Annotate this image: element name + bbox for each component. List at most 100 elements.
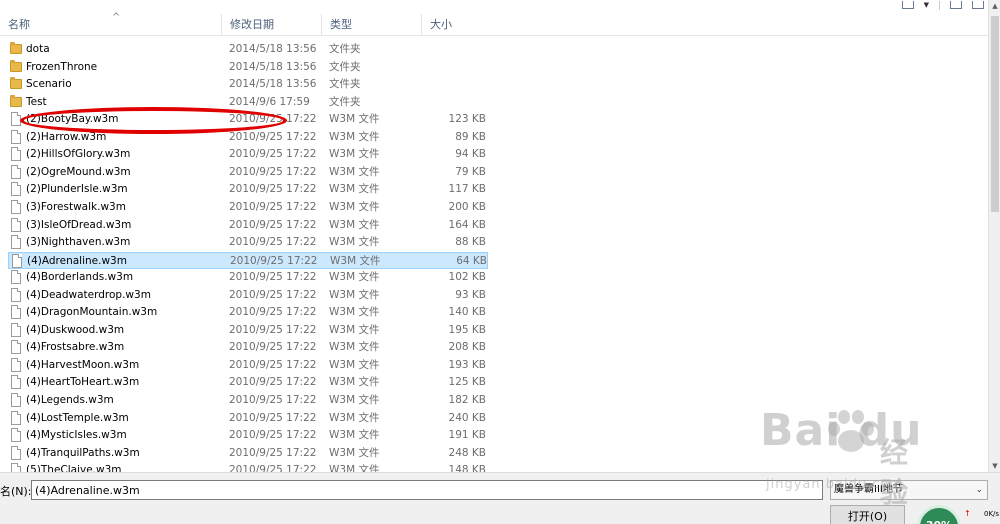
file-type: W3M 文件 bbox=[330, 254, 381, 267]
file-icon bbox=[11, 445, 21, 460]
file-row[interactable]: (3)IsleOfDread.w3m 2010/9/25 17:22 W3M 文件 1… bbox=[8, 217, 488, 234]
file-type: W3M 文件 bbox=[329, 148, 380, 161]
toolbar: ▼ bbox=[0, 0, 1000, 14]
file-name: (4)LostTemple.w3m bbox=[26, 411, 129, 424]
file-size: 182 KB bbox=[448, 394, 486, 406]
file-size: 102 KB bbox=[448, 271, 486, 284]
file-size: 248 KB bbox=[448, 446, 486, 459]
file-date: 2010/9/25 17:22 bbox=[229, 446, 317, 459]
filetype-select[interactable]: 魔兽争霸III地节 ⌄ bbox=[830, 480, 988, 500]
file-row[interactable]: (2)OgreMound.w3m 2010/9/25 17:22 W3M 文件 79 … bbox=[8, 164, 488, 181]
file-row[interactable]: (3)Nighthaven.w3m 2010/9/25 17:22 W3M 文件 88… bbox=[8, 234, 488, 251]
file-size: 191 KB bbox=[448, 429, 486, 442]
filetype-selected: 魔兽争霸III地节 bbox=[834, 484, 903, 495]
speed-readout: 0K/s bbox=[984, 510, 1000, 518]
file-type: W3M 文件 bbox=[329, 165, 380, 178]
file-type: W3M 文件 bbox=[329, 130, 380, 143]
scrollbar-thumb[interactable] bbox=[991, 16, 999, 212]
file-list: dota 2014/5/18 13:56 文件夹 FrozenThrone 2014/5… bbox=[0, 40, 988, 472]
file-row[interactable]: (2)Harrow.w3m 2010/9/25 17:22 W3M 文件 89 KB bbox=[8, 129, 488, 146]
file-type: W3M 文件 bbox=[329, 236, 380, 249]
file-type: 文件夹 bbox=[329, 43, 361, 55]
file-row[interactable]: (4)Legends.w3m 2010/9/25 17:22 W3M 文件 182 K… bbox=[8, 392, 488, 409]
filename-label: 名(N): bbox=[0, 485, 32, 498]
file-name: (4)Deadwaterdrop.w3m bbox=[26, 288, 151, 301]
vertical-scrollbar[interactable]: ▲ ▼ bbox=[988, 0, 1000, 472]
file-row[interactable]: (4)Borderlands.w3m 2010/9/25 17:22 W3M 文件 1… bbox=[8, 269, 488, 286]
file-size: 89 KB bbox=[455, 130, 486, 143]
file-name: (3)Nighthaven.w3m bbox=[26, 236, 131, 249]
file-date: 2010/9/25 17:22 bbox=[229, 130, 317, 143]
file-name: dota bbox=[26, 43, 50, 55]
file-row[interactable]: (4)HeartToHeart.w3m 2010/9/25 17:22 W3M 文件… bbox=[8, 374, 488, 391]
file-name: Test bbox=[26, 95, 47, 108]
view-options-icon[interactable] bbox=[901, 1, 914, 9]
header-name[interactable]: 名称 bbox=[0, 14, 222, 36]
file-size bbox=[408, 41, 486, 58]
file-type: W3M 文件 bbox=[329, 183, 380, 196]
folder-row[interactable]: FrozenThrone 2014/5/18 13:56 文件夹 bbox=[8, 59, 488, 76]
open-button[interactable]: 打开(O) bbox=[830, 505, 905, 524]
file-row[interactable]: (4)LostTemple.w3m 2010/9/25 17:22 W3M 文件 24… bbox=[8, 410, 488, 427]
scroll-up-icon[interactable]: ▲ bbox=[989, 0, 1000, 12]
file-row[interactable]: (4)Adrenaline.w3m 2010/9/25 17:22 W3M 文件 64… bbox=[8, 251, 488, 269]
file-row[interactable]: (4)MysticIsles.w3m 2010/9/25 17:22 W3M 文件 1… bbox=[8, 427, 488, 444]
file-row[interactable]: (4)DragonMountain.w3m 2010/9/25 17:22 W3M … bbox=[8, 304, 488, 321]
header-size[interactable]: 大小 bbox=[422, 14, 492, 36]
view-controls: ▼ bbox=[901, 0, 984, 10]
network-speed-badge[interactable]: 30% bbox=[917, 505, 961, 524]
upload-arrow-icon: ↑ bbox=[964, 509, 971, 518]
file-type: W3M 文件 bbox=[329, 306, 380, 319]
file-name: (3)IsleOfDread.w3m bbox=[26, 218, 132, 231]
file-date: 2010/9/25 17:22 bbox=[229, 464, 317, 472]
file-icon bbox=[11, 305, 21, 320]
file-name: (2)BootyBay.w3m bbox=[26, 113, 119, 126]
file-size: 64 KB bbox=[456, 254, 487, 267]
file-row[interactable]: (4)Duskwood.w3m 2010/9/25 17:22 W3M 文件 195 … bbox=[8, 322, 488, 339]
file-icon bbox=[11, 287, 21, 302]
file-icon bbox=[11, 112, 21, 127]
preview-pane-icon[interactable] bbox=[950, 1, 962, 9]
file-row[interactable]: (4)Frostsabre.w3m 2010/9/25 17:22 W3M 文件 20… bbox=[8, 339, 488, 356]
file-type: W3M 文件 bbox=[329, 411, 380, 424]
file-name: FrozenThrone bbox=[26, 60, 98, 73]
file-icon bbox=[11, 199, 21, 214]
help-icon[interactable] bbox=[972, 1, 984, 9]
file-name: (4)Adrenaline.w3m bbox=[27, 254, 127, 267]
file-icon bbox=[11, 147, 21, 162]
file-row[interactable]: (4)Deadwaterdrop.w3m 2010/9/25 17:22 W3M 文… bbox=[8, 287, 488, 304]
file-date: 2010/9/25 17:22 bbox=[229, 148, 317, 161]
toolbar-divider bbox=[939, 0, 940, 10]
scroll-down-icon[interactable]: ▼ bbox=[989, 460, 1000, 472]
header-type[interactable]: 类型 bbox=[322, 14, 422, 36]
file-row[interactable]: (5)TheClaive.w3m 2010/9/25 17:22 W3M 文件 148… bbox=[8, 462, 488, 472]
filename-input[interactable] bbox=[31, 480, 823, 500]
file-size: 93 KB bbox=[455, 288, 486, 301]
file-row[interactable]: (2)BootyBay.w3m 2010/9/25 17:22 W3M 文件 123 … bbox=[8, 111, 488, 128]
file-date: 2014/9/6 17:59 bbox=[229, 95, 310, 108]
file-type: W3M 文件 bbox=[329, 323, 380, 336]
header-date[interactable]: 修改日期 bbox=[222, 14, 322, 36]
file-size: 200 KB bbox=[448, 200, 486, 213]
folder-row[interactable]: dota 2014/5/18 13:56 文件夹 bbox=[8, 41, 488, 58]
file-date: 2010/9/25 17:22 bbox=[229, 394, 317, 406]
file-size: 164 KB bbox=[448, 218, 486, 231]
file-row[interactable]: (2)HillsOfGlory.w3m 2010/9/25 17:22 W3M 文件… bbox=[8, 146, 488, 163]
chevron-down-icon[interactable]: ▼ bbox=[924, 1, 929, 9]
file-row[interactable]: (4)TranquilPaths.w3m 2010/9/25 17:22 W3M 文… bbox=[8, 445, 488, 462]
file-name: (2)OgreMound.w3m bbox=[26, 165, 131, 178]
file-type: W3M 文件 bbox=[329, 446, 380, 459]
file-type: W3M 文件 bbox=[329, 113, 380, 126]
file-date: 2010/9/25 17:22 bbox=[229, 165, 317, 178]
file-row[interactable]: (4)HarvestMoon.w3m 2010/9/25 17:22 W3M 文件 1… bbox=[8, 357, 488, 374]
file-row[interactable]: (2)PlunderIsle.w3m 2010/9/25 17:22 W3M 文件 1… bbox=[8, 181, 488, 198]
file-icon bbox=[12, 253, 22, 268]
column-header: ^ 名称 修改日期 类型 大小 bbox=[0, 12, 988, 36]
file-type: W3M 文件 bbox=[329, 358, 380, 371]
file-date: 2010/9/25 17:22 bbox=[229, 200, 317, 213]
file-row[interactable]: (3)Forestwalk.w3m 2010/9/25 17:22 W3M 文件 20… bbox=[8, 199, 488, 216]
file-size: 193 KB bbox=[448, 358, 486, 371]
folder-row[interactable]: Scenario 2014/5/18 13:56 文件夹 bbox=[8, 76, 488, 93]
file-name: (4)Legends.w3m bbox=[26, 394, 114, 406]
folder-row[interactable]: Test 2014/9/6 17:59 文件夹 bbox=[8, 94, 488, 111]
